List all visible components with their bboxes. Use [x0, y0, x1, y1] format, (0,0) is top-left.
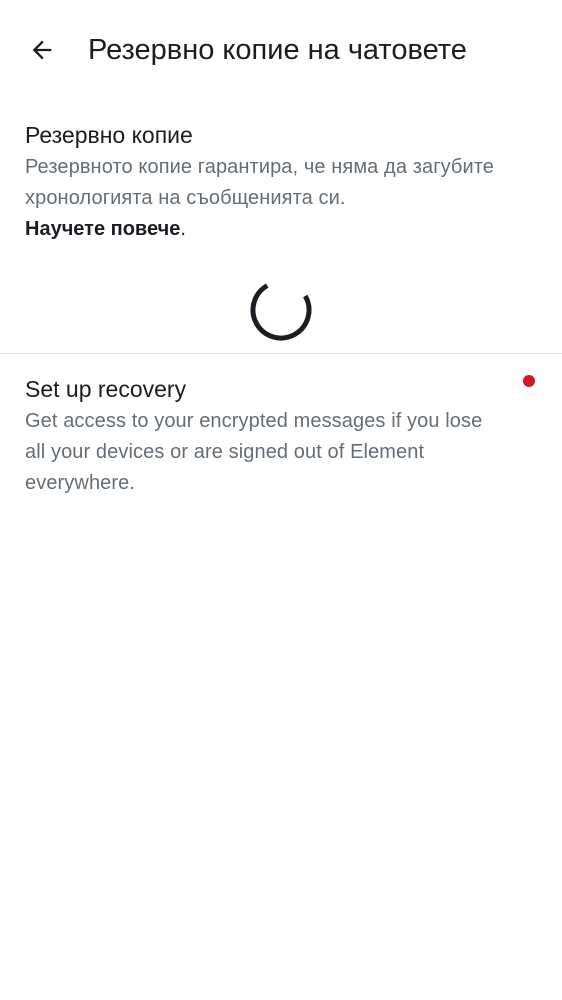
notification-dot-icon [523, 375, 535, 387]
backup-title: Резервно копие [25, 122, 193, 148]
recovery-text-block: Set up recovery Get access to your encry… [25, 372, 505, 499]
learn-more-link[interactable]: Научете повече [25, 218, 180, 240]
top-app-bar: Резервно копие на чатовете [0, 0, 562, 100]
arrow-left-icon [32, 40, 52, 60]
learn-more-line: Научете повече. [25, 214, 535, 245]
page-title: Резервно копие на чатовете [88, 34, 467, 66]
back-button[interactable] [18, 26, 66, 74]
recovery-title: Set up recovery [25, 376, 187, 402]
chat-backup-screen: Резервно копие на чатовете Резервно копи… [0, 0, 562, 1000]
spinner-icon [250, 279, 312, 341]
backup-section: Резервно копие Резервното копие гарантир… [25, 118, 535, 245]
backup-description: Резервното копие гарантира, че няма да з… [25, 156, 494, 209]
learn-more-suffix: . [180, 218, 186, 240]
setup-recovery-item[interactable]: Set up recovery Get access to your encry… [0, 354, 562, 514]
recovery-description: Get access to your encrypted messages if… [25, 410, 483, 494]
